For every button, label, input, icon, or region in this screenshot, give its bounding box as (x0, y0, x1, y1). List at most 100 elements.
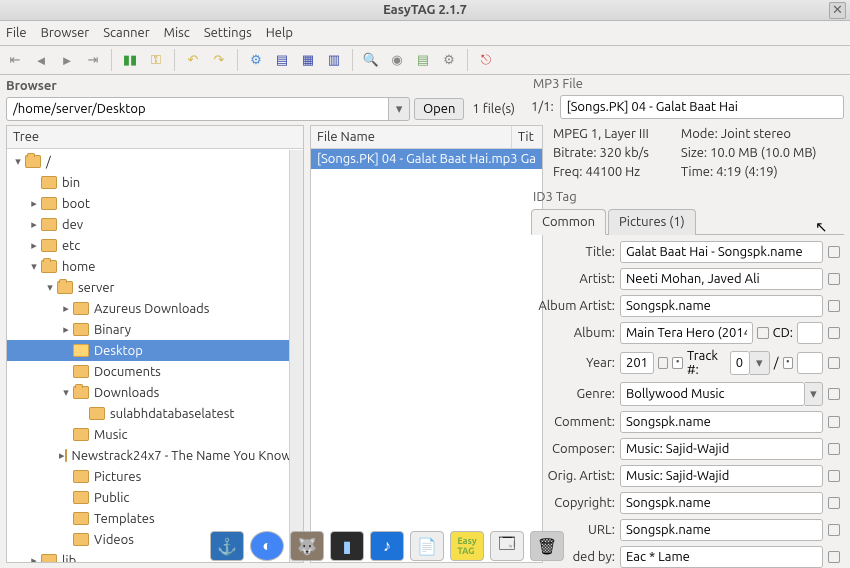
album-artist-apply-checkbox[interactable] (828, 300, 840, 312)
disclosure-icon[interactable]: ▾ (59, 386, 73, 399)
tab-pictures[interactable]: Pictures (1) (608, 209, 696, 235)
chevron-down-icon[interactable]: ▾ (388, 97, 410, 121)
taskbar-gimp[interactable]: 🐺 (290, 531, 324, 561)
taskbar-terminal[interactable]: ▮ (330, 531, 364, 561)
tree-item[interactable]: Music (7, 424, 303, 445)
taskbar-app2[interactable]: ♪ (370, 531, 404, 561)
filename-field[interactable] (560, 95, 844, 119)
track-toggle-checkbox[interactable] (672, 357, 682, 369)
comment-field[interactable] (620, 411, 823, 433)
menu-help[interactable]: Help (266, 26, 293, 40)
album-artist-field[interactable] (620, 295, 823, 317)
title-apply-checkbox[interactable] (828, 246, 840, 258)
exit-icon[interactable]: ⎋ (475, 49, 497, 71)
composer-field[interactable] (620, 438, 823, 460)
tree-item[interactable]: ▸etc (7, 235, 303, 256)
tree-item[interactable]: sulabhdatabaselatest (7, 403, 303, 424)
prev-icon[interactable]: ◄ (30, 49, 52, 71)
encoded-field[interactable] (620, 546, 823, 568)
tree-item[interactable]: ▾/ (7, 151, 303, 172)
taskbar-chrome[interactable]: ◐ (250, 531, 284, 561)
disclosure-icon[interactable]: ▸ (59, 302, 73, 315)
year-apply-checkbox[interactable] (658, 357, 668, 369)
taskbar-files[interactable]: 🗔 (490, 531, 524, 561)
first-icon[interactable]: ⇤ (4, 49, 26, 71)
genre-apply-checkbox[interactable] (828, 388, 840, 400)
scrollbar[interactable] (289, 150, 303, 562)
tree-item[interactable]: ▾Downloads (7, 382, 303, 403)
view3-icon[interactable]: ▥ (323, 49, 345, 71)
menu-scanner[interactable]: Scanner (103, 26, 149, 40)
title-field[interactable] (620, 241, 823, 263)
path-input[interactable] (6, 97, 388, 121)
track-total-checkbox[interactable] (783, 357, 793, 369)
composer-apply-checkbox[interactable] (828, 443, 840, 455)
disclosure-icon[interactable]: ▸ (27, 554, 41, 562)
key-icon[interactable]: ⚿ (145, 49, 167, 71)
tree-item[interactable]: Public (7, 487, 303, 508)
next-icon[interactable]: ► (56, 49, 78, 71)
album-apply-checkbox[interactable] (757, 327, 769, 339)
artist-field[interactable] (620, 268, 823, 290)
menu-browser[interactable]: Browser (41, 26, 90, 40)
undo-icon[interactable]: ↶ (182, 49, 204, 71)
cd-apply-checkbox[interactable] (828, 327, 840, 339)
col-filename[interactable]: File Name (311, 126, 512, 148)
chevron-down-icon[interactable]: ▾ (750, 351, 770, 375)
cd-icon[interactable]: ◉ (386, 49, 408, 71)
redo-icon[interactable]: ↷ (208, 49, 230, 71)
tree-item[interactable]: ▸Binary (7, 319, 303, 340)
disclosure-icon[interactable]: ▾ (11, 155, 25, 168)
tree-item[interactable]: ▾server (7, 277, 303, 298)
taskbar-app[interactable]: ⚓ (210, 531, 244, 561)
genre-field[interactable] (620, 382, 805, 406)
disclosure-icon[interactable]: ▸ (27, 218, 41, 231)
url-apply-checkbox[interactable] (828, 524, 840, 536)
url-field[interactable] (620, 519, 823, 541)
view2-icon[interactable]: ▦ (297, 49, 319, 71)
tree-item[interactable]: ▸boot (7, 193, 303, 214)
disclosure-icon[interactable]: ▸ (59, 323, 73, 336)
artist-apply-checkbox[interactable] (828, 273, 840, 285)
search-icon[interactable]: 🔍 (360, 49, 382, 71)
copyright-field[interactable] (620, 492, 823, 514)
orig-artist-apply-checkbox[interactable] (828, 470, 840, 482)
tree-item[interactable]: ▸Azureus Downloads (7, 298, 303, 319)
year-field[interactable] (620, 352, 654, 374)
last-icon[interactable]: ⇥ (82, 49, 104, 71)
tree-item[interactable]: ▸dev (7, 214, 303, 235)
disclosure-icon[interactable]: ▸ (59, 449, 65, 462)
track-total-field[interactable] (797, 352, 823, 374)
tree-item[interactable]: Templates (7, 508, 303, 529)
album-field[interactable] (620, 322, 753, 344)
cd-field[interactable] (797, 322, 823, 344)
tree-item[interactable]: Documents (7, 361, 303, 382)
scan-icon[interactable]: ▮▮ (119, 49, 141, 71)
taskbar-writer[interactable]: 📄 (410, 531, 444, 561)
encoded-apply-checkbox[interactable] (828, 551, 840, 563)
taskbar-trash[interactable]: 🗑 (530, 531, 564, 561)
tree-item[interactable]: Desktop (7, 340, 303, 361)
disclosure-icon[interactable]: ▸ (27, 239, 41, 252)
orig-artist-field[interactable] (620, 465, 823, 487)
folder-tree[interactable]: ▾/bin▸boot▸dev▸etc▾home▾server▸Azureus D… (7, 149, 303, 562)
track-apply-checkbox[interactable] (828, 357, 840, 369)
menu-file[interactable]: File (6, 26, 27, 40)
tree-item[interactable]: ▸Newstrack24x7 - The Name You Know. T (7, 445, 303, 466)
chevron-down-icon[interactable]: ▾ (805, 382, 823, 406)
comment-apply-checkbox[interactable] (828, 416, 840, 428)
copyright-apply-checkbox[interactable] (828, 497, 840, 509)
tab-common[interactable]: Common (531, 209, 606, 235)
tag-icon[interactable]: ⚙ (245, 49, 267, 71)
menu-misc[interactable]: Misc (164, 26, 190, 40)
execute-icon[interactable]: ⚙ (438, 49, 460, 71)
tree-item[interactable]: bin (7, 172, 303, 193)
close-button[interactable]: ✕ (829, 2, 846, 19)
open-button[interactable]: Open (414, 98, 464, 120)
playlist-icon[interactable]: ▤ (412, 49, 434, 71)
track-field[interactable] (730, 351, 750, 375)
path-combo[interactable]: ▾ (6, 97, 410, 121)
tree-header[interactable]: Tree (7, 126, 303, 149)
file-row[interactable]: [Songs.PK] 04 - Galat Baat Hai.mp3 Ga (311, 149, 542, 169)
taskbar-easytag[interactable]: EasyTAG (450, 531, 484, 561)
